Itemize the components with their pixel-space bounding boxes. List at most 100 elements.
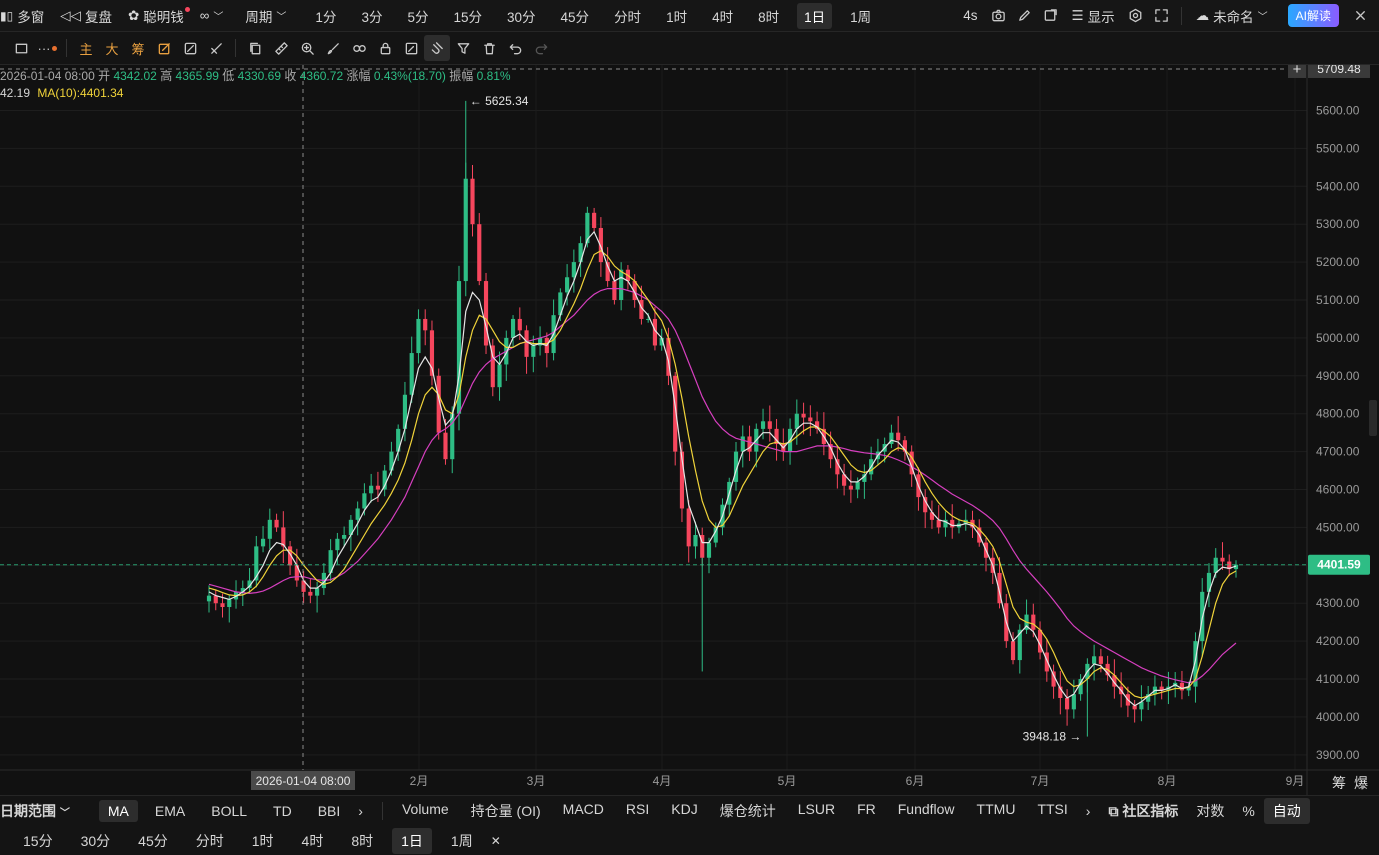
tab-interval-3[interactable]: 15分 — [446, 3, 489, 29]
candle-body — [801, 413, 806, 418]
tab-quick-interval-8[interactable]: 1周 — [442, 828, 482, 854]
indicator-shape-dropdown[interactable]: ∞ ﹀ — [192, 5, 232, 26]
trash-icon[interactable] — [476, 35, 502, 61]
camera-icon[interactable] — [986, 3, 1012, 29]
smart-money-icon: ✿ — [127, 7, 140, 23]
chevron-right-icon[interactable]: › — [349, 800, 372, 822]
edit-orange-icon[interactable] — [151, 35, 177, 61]
candle-body — [510, 318, 516, 338]
main-force-button[interactable]: 主 — [73, 35, 99, 61]
ruler-icon[interactable] — [268, 35, 294, 61]
tab-sub-indicator-3[interactable]: RSI — [617, 798, 658, 824]
log-scale-toggle[interactable]: 对数 — [1187, 798, 1233, 824]
tab-quick-interval-2[interactable]: 45分 — [129, 828, 177, 854]
more-dots-icon[interactable]: ··· — [34, 35, 60, 61]
auto-scale-toggle[interactable]: 自动 — [1263, 798, 1310, 824]
tab-interval-9[interactable]: 8时 — [751, 3, 786, 29]
zoom-in-icon[interactable] — [294, 35, 320, 61]
fullscreen-icon[interactable] — [1149, 3, 1175, 29]
y-tick-label: 4700.00 — [1316, 445, 1360, 459]
chevron-right-icon[interactable]: › — [1077, 800, 1100, 822]
candle-body — [896, 432, 901, 441]
close-label: 收 — [284, 69, 297, 83]
pencil-icon[interactable] — [1012, 3, 1038, 29]
tab-interval-4[interactable]: 30分 — [500, 3, 543, 29]
tab-interval-0[interactable]: 1分 — [308, 3, 343, 29]
filter-icon[interactable] — [450, 35, 476, 61]
big-order-button[interactable]: 大 — [99, 35, 125, 61]
copy-icon[interactable] — [242, 35, 268, 61]
tab-interval-10[interactable]: 1日 — [797, 2, 833, 29]
tab-quick-interval-6[interactable]: 8时 — [342, 828, 382, 854]
smart-money-button[interactable]: ✿ 聪明钱 — [120, 3, 192, 29]
compare-icon[interactable] — [177, 35, 203, 61]
ai-interpret-button[interactable]: AI解读 — [1287, 4, 1339, 27]
tab-main-indicator-4[interactable]: BBI — [309, 800, 350, 822]
multi-window-button[interactable]: ▮▯ 多窗 — [0, 3, 52, 29]
tab-interval-11[interactable]: 1周 — [843, 3, 878, 29]
chevron-down-icon: ﹀ — [213, 12, 224, 23]
community-indicators-button[interactable]: ⧉ 社区指标 — [1099, 798, 1187, 824]
tab-sub-indicator-10[interactable]: TTSI — [1028, 798, 1076, 824]
candle-body — [747, 436, 752, 452]
chip-label: 筹 — [1332, 775, 1346, 792]
tab-interval-5[interactable]: 45分 — [554, 3, 597, 29]
lock-icon[interactable] — [372, 35, 398, 61]
chip-distribution-button[interactable]: 筹 — [125, 35, 151, 61]
tab-sub-indicator-0[interactable]: Volume — [393, 798, 458, 824]
tab-sub-indicator-7[interactable]: FR — [848, 798, 885, 824]
candle-body — [767, 421, 772, 429]
tab-interval-7[interactable]: 1时 — [659, 3, 694, 29]
refresh-interval-button[interactable]: 4s — [955, 5, 985, 26]
percent-scale-toggle[interactable]: % — [1233, 800, 1263, 822]
display-button[interactable]: ☰ 显示 — [1064, 3, 1123, 29]
tab-sub-indicator-6[interactable]: LSUR — [789, 798, 844, 824]
ma-line-white — [208, 230, 1237, 707]
tab-interval-8[interactable]: 4时 — [705, 3, 740, 29]
ma-line-yellow — [208, 249, 1237, 699]
undo-icon[interactable] — [502, 35, 528, 61]
x-tick-label: 4月 — [653, 774, 672, 788]
tab-quick-interval-7[interactable]: 1日 — [392, 827, 432, 854]
tab-main-indicator-2[interactable]: BOLL — [202, 800, 256, 822]
price-chart[interactable]: 3900.004000.004100.004200.004300.004400.… — [0, 65, 1379, 795]
tab-main-indicator-3[interactable]: TD — [264, 800, 301, 822]
tab-quick-interval-4[interactable]: 1时 — [243, 828, 283, 854]
tab-sub-indicator-1[interactable]: 持仓量 (OI) — [462, 798, 550, 824]
period-dropdown[interactable]: 周期 ﹀ — [237, 3, 294, 29]
tab-main-indicator-1[interactable]: EMA — [146, 800, 194, 822]
share-icon[interactable] — [1038, 3, 1064, 29]
replay-label: 复盘 — [84, 9, 112, 25]
brush-icon[interactable] — [320, 35, 346, 61]
layout-name-dropdown[interactable]: ☁ 未命名 ﹀ — [1188, 3, 1276, 29]
close-icon[interactable] — [1347, 3, 1373, 29]
y-tick-label: 5400.00 — [1316, 179, 1360, 193]
tab-sub-indicator-2[interactable]: MACD — [554, 798, 613, 824]
tab-interval-6[interactable]: 分时 — [607, 3, 648, 29]
magnet-icon[interactable] — [424, 35, 450, 61]
moving-average-lines — [208, 230, 1237, 707]
tab-interval-2[interactable]: 5分 — [400, 3, 435, 29]
tab-sub-indicator-9[interactable]: TTMU — [968, 798, 1025, 824]
settings-icon[interactable] — [1123, 3, 1149, 29]
note-edit-icon[interactable] — [398, 35, 424, 61]
replay-button[interactable]: ◁◁ 复盘 — [52, 3, 120, 29]
link-icon[interactable] — [346, 35, 372, 61]
tab-sub-indicator-8[interactable]: Fundflow — [889, 798, 964, 824]
rectangle-icon[interactable] — [8, 35, 34, 61]
redo-icon[interactable] — [528, 35, 554, 61]
measure-icon[interactable] — [203, 35, 229, 61]
tab-quick-interval-1[interactable]: 30分 — [72, 828, 120, 854]
side-handle — [1369, 400, 1377, 436]
y-tick-label: 4500.00 — [1316, 520, 1360, 534]
tab-quick-interval-3[interactable]: 分时 — [187, 828, 233, 854]
close-icon[interactable]: ✕ — [482, 831, 510, 851]
tab-sub-indicator-4[interactable]: KDJ — [662, 798, 706, 824]
tab-interval-1[interactable]: 3分 — [354, 3, 389, 29]
tab-quick-interval-0[interactable]: 15分 — [14, 828, 62, 854]
tab-quick-interval-5[interactable]: 4时 — [293, 828, 333, 854]
tab-main-indicator-0[interactable]: MA — [98, 800, 138, 822]
candle-body — [531, 345, 536, 357]
date-range-dropdown[interactable]: 日期范围 ﹀ — [0, 798, 79, 824]
tab-sub-indicator-5[interactable]: 爆仓统计 — [711, 798, 785, 824]
